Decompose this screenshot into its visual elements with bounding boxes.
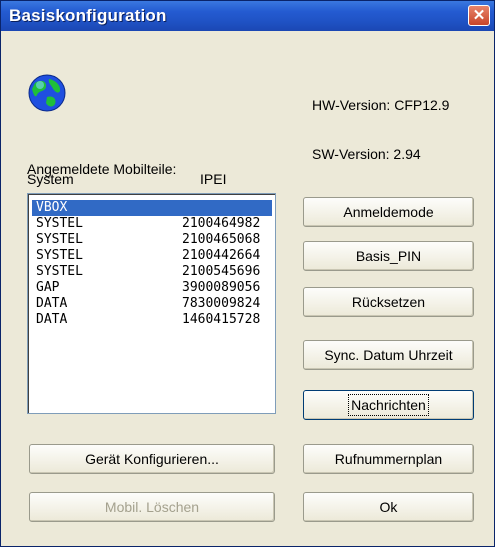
basis-pin-button-label: Basis_PIN (355, 248, 422, 264)
list-item[interactable]: SYSTEL 2100545696 (32, 264, 272, 280)
list-item-ipei: 3900089056 (182, 280, 261, 295)
delete-mobile-button-label: Mobil. Löschen (104, 499, 200, 515)
handset-list[interactable]: VBOX SYSTEL 2100464982 SYSTEL 2100465068… (27, 193, 276, 414)
list-item-ipei: 1460415728 (182, 312, 261, 327)
reset-button[interactable]: Rücksetzen (303, 287, 474, 317)
list-item-system: SYSTEL (36, 248, 83, 263)
hw-version-label: HW-Version: CFP12.9 (312, 97, 450, 113)
list-item[interactable]: VBOX (32, 200, 272, 216)
list-item-ipei: 2100465068 (182, 232, 261, 247)
list-item[interactable]: DATA 1460415728 (32, 312, 272, 328)
list-item-ipei: 2100464982 (182, 216, 261, 231)
list-item-ipei: 2100545696 (182, 264, 261, 279)
list-item-system: DATA (36, 296, 68, 311)
sync-datetime-button-label: Sync. Datum Uhrzeit (324, 347, 453, 363)
list-item-ipei: 2100442664 (182, 248, 261, 263)
column-header-ipei: IPEI (200, 171, 227, 187)
configure-device-button-label: Gerät Konfigurieren... (85, 451, 219, 467)
list-item-ipei: 7830009824 (182, 296, 261, 311)
configure-device-button[interactable]: Gerät Konfigurieren... (29, 444, 275, 474)
sync-datetime-button[interactable]: Sync. Datum Uhrzeit (303, 340, 474, 370)
column-header-system: System (27, 171, 74, 187)
ok-button[interactable]: Ok (303, 492, 474, 522)
basis-pin-button[interactable]: Basis_PIN (303, 241, 474, 271)
reset-button-label: Rücksetzen (351, 294, 426, 310)
list-item[interactable]: SYSTEL 2100464982 (32, 216, 272, 232)
window-title: Basiskonfiguration (9, 6, 167, 25)
list-item-system: VBOX (36, 200, 68, 215)
number-plan-button[interactable]: Rufnummernplan (303, 444, 474, 474)
anmeldemode-button-label: Anmeldemode (343, 204, 434, 220)
list-item-system: GAP (36, 280, 60, 295)
sw-version-label: SW-Version: 2.94 (312, 146, 421, 162)
list-item[interactable]: SYSTEL 2100442664 (32, 248, 272, 264)
list-item[interactable]: SYSTEL 2100465068 (32, 232, 272, 248)
title-bar[interactable]: Basiskonfiguration ✕ (1, 1, 494, 31)
dialog-window: Basiskonfiguration ✕ HW-Version: CFP12.9… (0, 0, 495, 547)
list-item-system: SYSTEL (36, 264, 83, 279)
list-item-system: SYSTEL (36, 232, 83, 247)
globe-icon (28, 74, 66, 112)
ok-button-label: Ok (379, 499, 398, 515)
delete-mobile-button: Mobil. Löschen (29, 492, 275, 522)
list-item-system: DATA (36, 312, 68, 327)
list-item-system: SYSTEL (36, 216, 83, 231)
anmeldemode-button[interactable]: Anmeldemode (303, 197, 474, 227)
list-item[interactable]: DATA 7830009824 (32, 296, 272, 312)
messages-button-label: Nachrichten (348, 394, 429, 416)
number-plan-button-label: Rufnummernplan (334, 451, 443, 467)
close-button[interactable]: ✕ (468, 5, 490, 26)
messages-button[interactable]: Nachrichten (303, 390, 474, 420)
list-item[interactable]: GAP 3900089056 (32, 280, 272, 296)
